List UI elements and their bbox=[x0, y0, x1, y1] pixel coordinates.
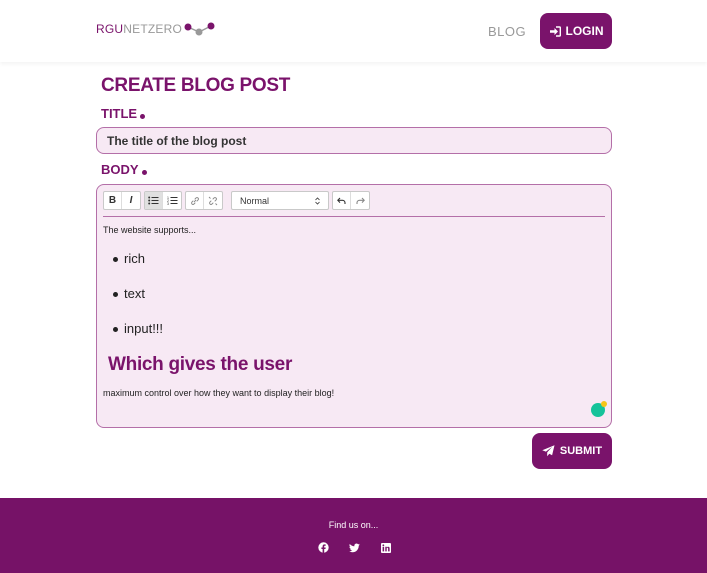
undo-icon bbox=[337, 197, 346, 204]
redo-button[interactable] bbox=[351, 192, 369, 209]
unlink-icon bbox=[208, 196, 218, 205]
text-format-value: Normal bbox=[240, 195, 270, 206]
link-icon bbox=[190, 196, 199, 205]
text-format-select[interactable]: Normal bbox=[231, 191, 329, 210]
redo-icon bbox=[355, 197, 365, 204]
nav-blog-link[interactable]: BLOG bbox=[488, 24, 526, 39]
facebook-icon[interactable] bbox=[318, 542, 329, 553]
numbered-list-button[interactable]: 123 bbox=[163, 192, 181, 209]
login-button[interactable]: LOGIN bbox=[540, 13, 612, 49]
link-button[interactable] bbox=[186, 192, 204, 209]
format-button-group: B I bbox=[103, 191, 141, 210]
page-title: CREATE BLOG POST bbox=[101, 75, 291, 96]
social-links bbox=[318, 542, 391, 553]
site-footer: Find us on... bbox=[0, 498, 707, 573]
link-button-group bbox=[185, 191, 223, 210]
logo-molecule-icon bbox=[184, 22, 215, 36]
svg-text:3: 3 bbox=[167, 202, 169, 205]
body-field-label: BODY bbox=[101, 162, 147, 177]
rich-text-editor[interactable]: B I 123 Normal The website supports... r… bbox=[96, 184, 612, 428]
bold-button[interactable]: B bbox=[104, 192, 122, 209]
list-button-group: 123 bbox=[144, 191, 182, 210]
bullet-list: rich text input!!! bbox=[113, 251, 163, 356]
site-header: RGU NETZERO BLOG LOGIN bbox=[0, 0, 707, 62]
editor-toolbar: B I 123 Normal bbox=[103, 191, 605, 217]
required-dot-icon bbox=[141, 169, 147, 175]
bullet-list-icon bbox=[148, 196, 159, 205]
title-input[interactable]: The title of the blog post bbox=[96, 127, 612, 154]
logo-text-netzero: NETZERO bbox=[123, 22, 183, 36]
title-field-label: TITLE bbox=[101, 106, 146, 121]
submit-button-label: SUBMIT bbox=[559, 445, 603, 457]
undo-button[interactable] bbox=[333, 192, 351, 209]
unlink-button[interactable] bbox=[204, 192, 222, 209]
select-arrows-icon bbox=[315, 196, 320, 205]
history-button-group bbox=[332, 191, 370, 210]
site-logo[interactable]: RGU NETZERO bbox=[96, 22, 216, 36]
italic-button[interactable]: I bbox=[122, 192, 140, 209]
editor-heading: Which gives the user bbox=[108, 354, 293, 375]
numbered-list-icon: 123 bbox=[167, 196, 177, 205]
logo-text-rgu: RGU bbox=[96, 22, 124, 36]
paper-plane-icon bbox=[542, 445, 555, 457]
sign-in-icon bbox=[549, 25, 561, 37]
twitter-icon[interactable] bbox=[349, 542, 360, 553]
login-button-label: LOGIN bbox=[565, 24, 604, 38]
list-item: rich bbox=[113, 251, 163, 286]
linkedin-icon[interactable] bbox=[380, 542, 391, 553]
submit-button[interactable]: SUBMIT bbox=[532, 433, 612, 469]
editor-paragraph: maximum control over how they want to di… bbox=[103, 388, 335, 398]
editor-paragraph: The website supports... bbox=[103, 225, 197, 235]
bullet-list-button[interactable] bbox=[145, 192, 163, 209]
title-label-text: TITLE bbox=[101, 106, 138, 121]
list-item: text bbox=[113, 286, 163, 321]
body-label-text: BODY bbox=[101, 162, 139, 177]
grammarly-icon[interactable] bbox=[591, 401, 607, 417]
list-item: input!!! bbox=[113, 321, 163, 356]
required-dot-icon bbox=[140, 113, 146, 119]
footer-text: Find us on... bbox=[328, 520, 379, 530]
